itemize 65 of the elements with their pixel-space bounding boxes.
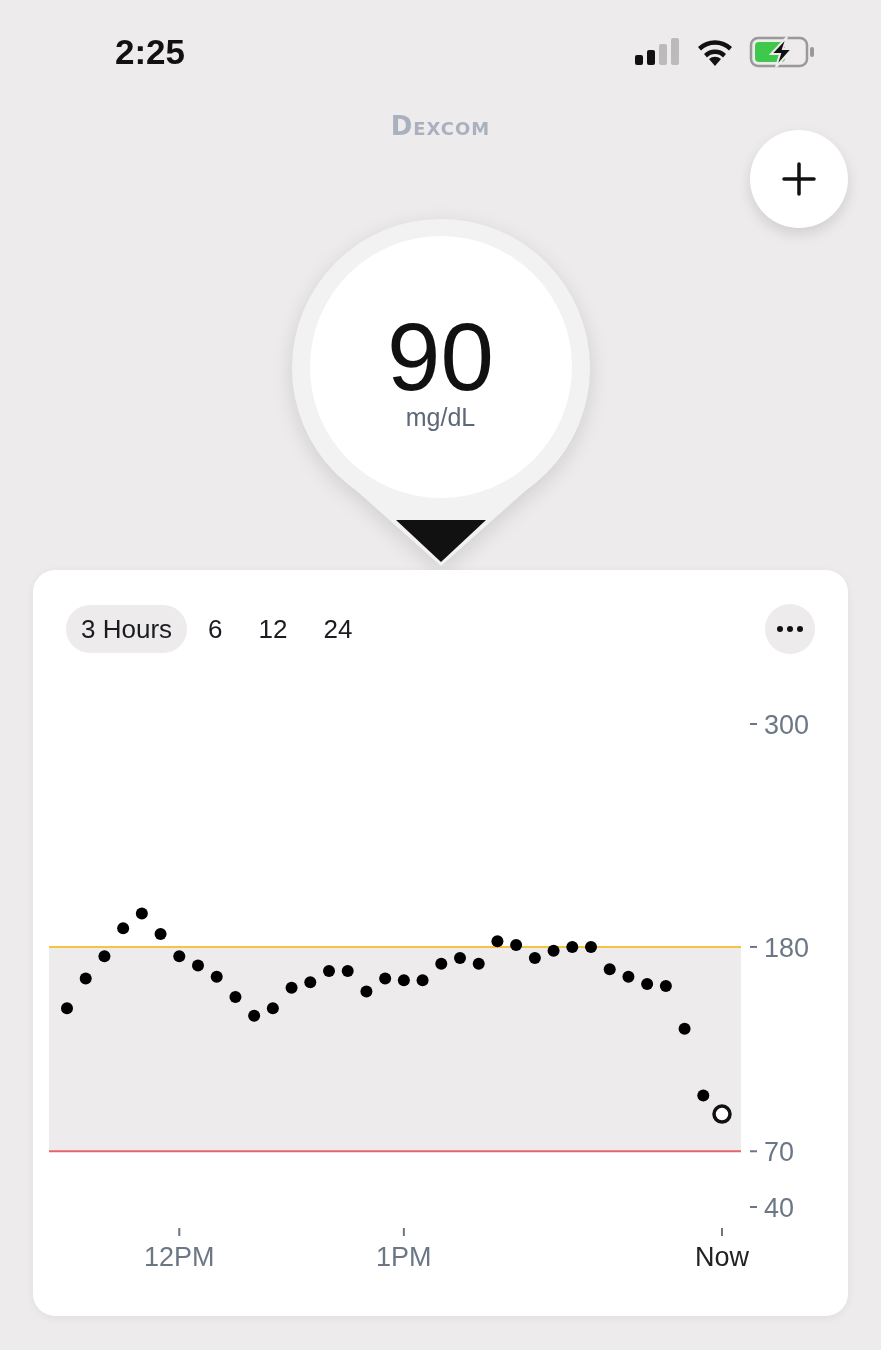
glucose-point: [210, 970, 223, 983]
x-tick-label: 1PM: [376, 1242, 432, 1272]
glucose-point: [285, 981, 298, 994]
glucose-point: [117, 922, 130, 935]
glucose-point: [603, 963, 616, 976]
glucose-point: [397, 974, 410, 987]
glucose-point: [585, 940, 597, 953]
x-tick-label: 12PM: [144, 1242, 215, 1272]
y-tick-mark: [749, 723, 758, 725]
y-tick-label: 40: [764, 1193, 795, 1223]
glucose-point: [416, 974, 429, 987]
glucose-point: [528, 952, 541, 965]
glucose-point: [697, 1089, 710, 1102]
y-tick-mark: [749, 945, 758, 948]
glucose-point: [266, 1002, 279, 1015]
y-tick-mark: [749, 1206, 758, 1208]
glucose-point: [154, 927, 167, 940]
trend-arrow-icon: [395, 520, 486, 562]
glucose-point: [678, 1022, 691, 1035]
x-tick-mark: [178, 1227, 181, 1237]
glucose-point: [641, 978, 654, 991]
range-tab[interactable]: 24: [308, 605, 368, 653]
glucose-point: [135, 907, 148, 920]
glucose-point: [173, 950, 186, 963]
glucose-unit: mg/dL: [405, 402, 476, 432]
glucose-point: [659, 979, 672, 992]
glucose-point: [454, 952, 466, 965]
signal-icon: [635, 38, 681, 66]
glucose-point: [547, 944, 560, 957]
glucose-point: [79, 972, 92, 985]
glucose-point: [360, 985, 373, 998]
x-tick-mark: [402, 1227, 405, 1237]
range-tab[interactable]: 6: [193, 605, 238, 653]
glucose-point: [341, 965, 354, 978]
y-tick-label: 300: [764, 710, 810, 740]
glucose-point: [491, 935, 504, 948]
y-tick-mark: [749, 1150, 758, 1153]
glucose-point: [323, 965, 335, 978]
glucose-point: [61, 1002, 73, 1015]
more-button[interactable]: [765, 604, 815, 654]
more-icon: [777, 626, 803, 632]
y-tick-label: 180: [764, 932, 810, 963]
glucose-point: [379, 972, 392, 985]
glucose-point: [304, 976, 317, 989]
current-reading-point: [712, 1104, 732, 1124]
glucose-point: [248, 1009, 261, 1022]
status-time: 2:25: [115, 32, 186, 72]
glucose-point: [472, 957, 485, 970]
wifi-icon: [695, 37, 735, 67]
plus-icon: [782, 162, 816, 196]
battery-icon: [749, 36, 815, 68]
glucose-point: [435, 957, 448, 970]
glucose-point: [566, 940, 579, 953]
glucose-value: 90: [387, 308, 494, 405]
logo: Dexcom: [389, 110, 492, 143]
glucose-point: [229, 991, 242, 1004]
x-tick-label: Now: [695, 1242, 749, 1272]
range-tab[interactable]: 12: [243, 605, 303, 653]
y-tick-label: 70: [764, 1137, 795, 1168]
glucose-point: [192, 959, 204, 972]
glucose-point: [98, 950, 111, 963]
glucose-point: [510, 939, 523, 952]
x-tick-mark: [721, 1227, 723, 1237]
range-tab[interactable]: 3 Hours: [66, 605, 188, 653]
glucose-point: [622, 970, 635, 983]
